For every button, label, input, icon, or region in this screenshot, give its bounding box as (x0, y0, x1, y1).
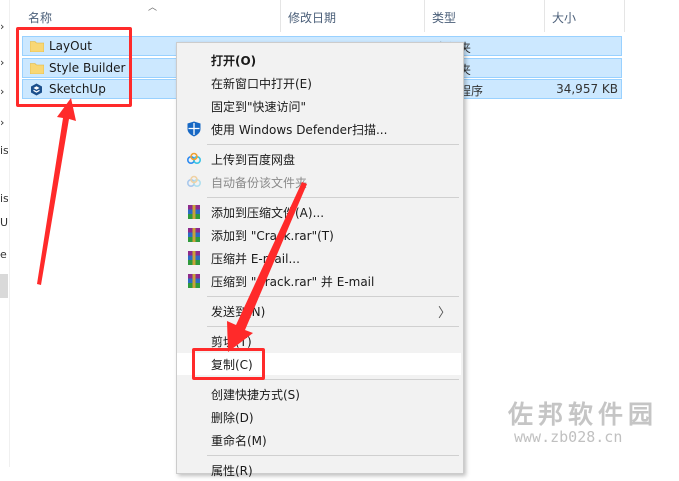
menu-item-open-new-window[interactable]: 在新窗口中打开(E) (177, 72, 461, 94)
winrar-icon (188, 205, 200, 219)
winrar-icon (188, 274, 200, 288)
menu-item-compress-email[interactable]: 压缩并 E-mail... (177, 247, 461, 269)
menu-item-send-to[interactable]: 发送到(N) 〉 (177, 300, 461, 322)
sort-ascending-icon: ︿ (148, 3, 158, 13)
column-name[interactable]: 名称 (28, 9, 52, 26)
menu-item-label: 创建快捷方式(S) (211, 388, 300, 402)
annotation-box-copy (192, 348, 265, 380)
menu-item-add-to-crack-rar[interactable]: 添加到 "Crack.rar"(T) (177, 224, 461, 246)
context-menu: 打开(O) 在新窗口中打开(E) 固定到"快速访问" 使用 Windows De… (176, 42, 464, 478)
baidu-netdisk-icon (186, 152, 202, 165)
nav-item-fragment[interactable]: U (0, 216, 8, 229)
column-modified[interactable]: 修改日期 (288, 9, 336, 26)
column-divider[interactable] (280, 0, 281, 32)
menu-item-label: 属性(R) (211, 464, 253, 478)
menu-separator (207, 144, 459, 145)
navigation-pane: › › › › is is U e (0, 0, 8, 467)
menu-item-baidu-backup[interactable]: 自动备份该文件夹 (177, 171, 461, 193)
menu-item-baidu-upload[interactable]: 上传到百度网盘 (177, 148, 461, 170)
column-type[interactable]: 类型 (432, 9, 456, 26)
menu-item-label: 在新窗口中打开(E) (211, 77, 312, 91)
menu-item-label: 固定到"快速访问" (211, 100, 307, 114)
menu-item-label: 重命名(M) (211, 434, 267, 448)
column-divider[interactable] (544, 0, 545, 32)
annotation-box-files (16, 27, 132, 107)
windows-defender-shield-icon (187, 121, 201, 137)
menu-item-defender-scan[interactable]: 使用 Windows Defender扫描... (177, 118, 461, 140)
menu-item-label: 压缩并 E-mail... (211, 252, 300, 266)
menu-item-label: 上传到百度网盘 (211, 153, 296, 167)
menu-item-label: 添加到 "Crack.rar"(T) (211, 229, 334, 243)
nav-item-fragment[interactable]: e (0, 248, 8, 261)
chevron-right-icon: 〉 (437, 306, 451, 321)
menu-item-compress-crack-email[interactable]: 压缩到 "Crack.rar" 并 E-mail (177, 270, 461, 292)
menu-separator (207, 197, 459, 198)
nav-expand-icon[interactable]: › (0, 85, 8, 98)
menu-item-label: 打开(O) (211, 54, 257, 68)
nav-selected-item[interactable] (0, 274, 8, 298)
menu-item-create-shortcut[interactable]: 创建快捷方式(S) (177, 383, 461, 405)
menu-separator (207, 455, 459, 456)
menu-item-label: 使用 Windows Defender扫描... (211, 123, 388, 137)
baidu-netdisk-icon (186, 175, 202, 188)
menu-item-label: 删除(D) (211, 411, 254, 425)
menu-item-label: 发送到(N) (211, 305, 266, 319)
menu-item-rename[interactable]: 重命名(M) (177, 429, 461, 451)
column-divider[interactable] (624, 0, 625, 32)
nav-item-fragment[interactable]: is (0, 192, 8, 205)
pane-divider (9, 0, 10, 467)
menu-separator (207, 326, 459, 327)
watermark: 佐邦软件园 www.zb028.cn (508, 395, 678, 455)
column-size[interactable]: 大小 (552, 9, 576, 26)
annotation-arrow-up (37, 98, 76, 285)
watermark-title: 佐邦软件园 (508, 400, 659, 429)
winrar-icon (188, 251, 200, 265)
watermark-url: www.zb028.cn (514, 428, 623, 446)
menu-item-delete[interactable]: 删除(D) (177, 406, 461, 428)
nav-expand-icon[interactable]: › (0, 56, 8, 69)
menu-item-label: 压缩到 "Crack.rar" 并 E-mail (211, 275, 375, 289)
menu-separator (207, 296, 459, 297)
file-size: 34,957 KB (556, 82, 618, 96)
winrar-icon (188, 228, 200, 242)
nav-expand-icon[interactable]: › (0, 116, 8, 129)
menu-item-open[interactable]: 打开(O) (177, 49, 461, 71)
menu-item-label: 自动备份该文件夹 (211, 176, 308, 190)
nav-item-fragment[interactable]: is (0, 144, 8, 157)
menu-item-properties[interactable]: 属性(R) (177, 459, 461, 481)
menu-item-add-to-archive[interactable]: 添加到压缩文件(A)... (177, 201, 461, 223)
column-divider[interactable] (424, 0, 425, 32)
nav-expand-icon[interactable]: › (0, 20, 8, 33)
menu-item-label: 添加到压缩文件(A)... (211, 206, 325, 220)
menu-item-pin-quick-access[interactable]: 固定到"快速访问" (177, 95, 461, 117)
